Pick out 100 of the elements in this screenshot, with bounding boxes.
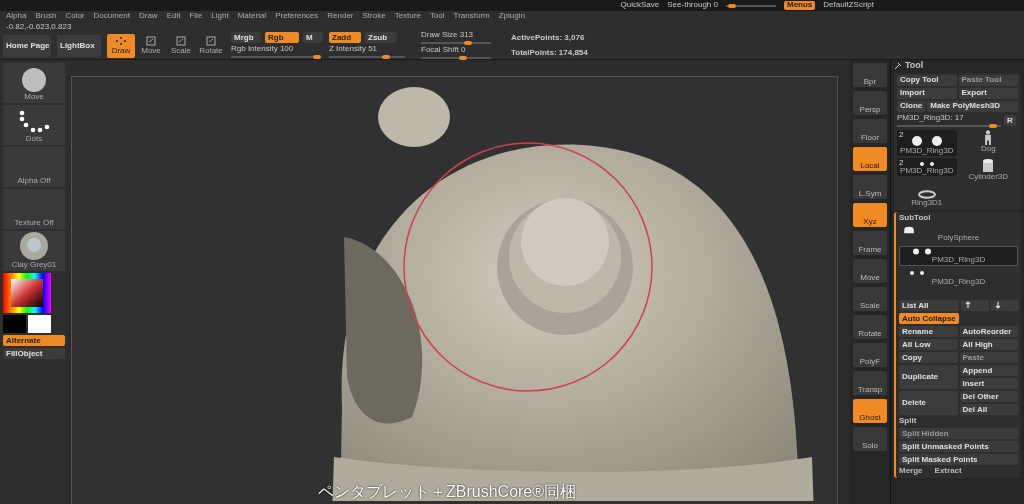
list-all-button[interactable]: List All xyxy=(899,300,959,312)
subtool-item[interactable]: PM3D_Ring3D xyxy=(899,268,1018,289)
arrow-button[interactable] xyxy=(961,300,989,312)
subtool-action-button[interactable]: Copy xyxy=(899,352,958,364)
menu-item[interactable]: Document xyxy=(93,12,130,21)
quicksave-button[interactable]: QuickSave xyxy=(620,1,660,10)
menu-item[interactable]: Zplugin xyxy=(498,12,525,21)
alternate-button[interactable]: Alternate xyxy=(3,335,65,346)
delete-button[interactable]: Delete xyxy=(899,391,958,416)
slider-track[interactable] xyxy=(329,55,405,58)
subtool-action-button[interactable]: Rename xyxy=(899,326,958,338)
shelf-button[interactable]: Bpr xyxy=(853,63,887,87)
script-name[interactable]: DefaultZScript xyxy=(823,1,874,10)
tool-action-button[interactable]: Copy Tool xyxy=(897,74,957,86)
section-title[interactable]: Merge xyxy=(899,467,923,477)
shelf-tile[interactable]: Move xyxy=(3,63,65,103)
menu-item[interactable]: Color xyxy=(65,12,85,21)
slider-handle[interactable] xyxy=(312,54,321,59)
shelf-button[interactable]: Persp xyxy=(853,91,887,115)
subtool-item[interactable]: PM3D_Ring3D xyxy=(899,246,1018,267)
menu-item[interactable]: File xyxy=(189,12,203,21)
color-picker[interactable] xyxy=(3,273,51,313)
shelf-button[interactable]: Frame xyxy=(853,231,887,255)
tool-thumbnail[interactable]: Dog xyxy=(958,129,1018,154)
duplicate-button[interactable]: Duplicate xyxy=(899,365,958,390)
split-button[interactable]: Split Unmasked Points xyxy=(899,441,1018,453)
tool-thumbnail[interactable]: Cylinder3D xyxy=(958,157,1018,182)
fill-object-button[interactable]: FillObject xyxy=(3,348,65,359)
shelf-tile[interactable]: Alpha Off xyxy=(3,147,65,187)
subtool-action-button[interactable]: All Low xyxy=(899,339,958,351)
shelf-button[interactable]: Local xyxy=(853,147,887,171)
mode-toggle[interactable]: Zadd xyxy=(329,32,361,44)
shelf-button[interactable]: L.Sym xyxy=(853,175,887,199)
shelf-tile[interactable]: Clay Grey01 xyxy=(3,231,65,271)
slider-handle[interactable] xyxy=(459,55,467,60)
tool-action-button[interactable]: Import xyxy=(897,87,957,99)
menu-item[interactable]: Render xyxy=(327,12,354,21)
arrow-button[interactable] xyxy=(991,300,1019,312)
tool-action-button[interactable]: Clone xyxy=(897,100,926,112)
shelf-button[interactable]: Ghost xyxy=(853,399,887,423)
tool-thumbnail[interactable]: 2 PM3D_Ring3D xyxy=(897,157,957,176)
tool-action-button[interactable]: Export xyxy=(958,87,1018,99)
menu-item[interactable]: Transform xyxy=(453,12,490,21)
color-swatch[interactable] xyxy=(3,315,26,333)
shelf-tile[interactable]: Dots xyxy=(3,105,65,145)
slider-track[interactable] xyxy=(231,55,321,58)
tool-thumbnail[interactable]: Ring3D1 xyxy=(897,183,957,208)
auto-collapse-button[interactable]: Auto Collapse xyxy=(899,313,959,325)
mode-toggle[interactable]: M xyxy=(303,32,323,44)
tool-button[interactable]: Rotate xyxy=(197,33,225,58)
menu-item[interactable]: Brush xyxy=(35,12,57,21)
menu-item[interactable]: Edit xyxy=(166,12,181,21)
slider-track[interactable] xyxy=(897,124,1001,127)
mode-toggle[interactable]: Mrgb xyxy=(231,32,261,44)
lightbox-button[interactable]: LightBox xyxy=(57,34,101,57)
split-button[interactable]: Split Masked Points xyxy=(899,454,1018,466)
subtool-action-button[interactable]: Insert xyxy=(959,378,1018,390)
tool-button[interactable]: Move xyxy=(137,33,165,58)
color-swatch[interactable] xyxy=(28,315,51,333)
shelf-button[interactable]: Transp xyxy=(853,371,887,395)
shelf-button[interactable]: Scale xyxy=(853,287,887,311)
tool-button[interactable]: Draw xyxy=(107,33,135,58)
subtool-action-button[interactable]: Del All xyxy=(959,404,1018,416)
mode-toggle[interactable]: Rgb xyxy=(265,32,299,44)
menu-item[interactable]: Alpha xyxy=(6,12,27,21)
menu-item[interactable]: Stroke xyxy=(362,12,386,21)
menu-item[interactable]: Tool xyxy=(429,12,445,21)
subtool-action-button[interactable]: Append xyxy=(959,365,1018,377)
tool-action-button[interactable]: Make PolyMesh3D xyxy=(927,100,1018,112)
shelf-button[interactable]: PolyF xyxy=(853,343,887,367)
menus-button[interactable]: Menus xyxy=(783,1,816,10)
subtool-action-button[interactable]: AutoReorder xyxy=(959,326,1018,338)
mode-toggle[interactable]: Zsub xyxy=(365,32,397,44)
shelf-button[interactable]: Move xyxy=(853,259,887,283)
subtool-action-button[interactable]: All High xyxy=(959,339,1018,351)
menu-item[interactable]: Material xyxy=(237,12,267,21)
menu-item[interactable]: Preferences xyxy=(275,12,319,21)
slider-handle[interactable] xyxy=(463,41,472,45)
menu-item[interactable]: Texture xyxy=(394,12,421,21)
tool-button[interactable]: Scale xyxy=(167,33,195,58)
menu-item[interactable]: Light xyxy=(211,12,229,21)
r-button[interactable]: R xyxy=(1004,115,1016,127)
subtool-item[interactable]: PolySphere xyxy=(899,224,1018,245)
shelf-button[interactable]: Solo xyxy=(853,427,887,451)
slider-track[interactable] xyxy=(421,56,491,59)
hammer-icon xyxy=(894,61,902,70)
tool-thumbnail[interactable]: 2 PM3D_Ring3D xyxy=(897,129,957,156)
slider-handle[interactable] xyxy=(382,54,390,59)
slider-handle[interactable] xyxy=(988,123,997,128)
menu-item[interactable]: Draw xyxy=(138,12,158,21)
slider-track[interactable] xyxy=(725,4,776,7)
shelf-button[interactable]: Rotate xyxy=(853,315,887,339)
box-arrow-icon xyxy=(145,36,157,46)
slider-handle[interactable] xyxy=(728,3,737,8)
shelf-button[interactable]: Xyz xyxy=(853,203,887,227)
section-title[interactable]: Extract xyxy=(934,467,962,477)
shelf-button[interactable]: Floor xyxy=(853,119,887,143)
shelf-tile[interactable]: Texture Off xyxy=(3,189,65,229)
home-page-button[interactable]: Home Page xyxy=(3,34,51,57)
subtool-action-button[interactable]: Del Other xyxy=(959,391,1018,403)
